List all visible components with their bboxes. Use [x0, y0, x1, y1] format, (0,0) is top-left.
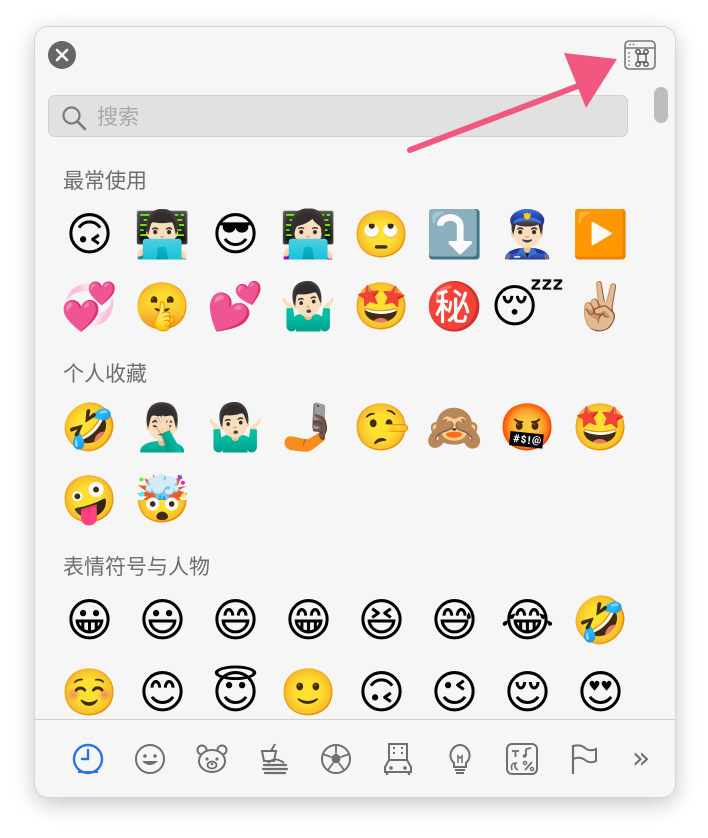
search-icon [62, 106, 87, 131]
flag-icon [571, 743, 597, 774]
emoji-cell[interactable]: 😁 [272, 584, 345, 656]
emoji-cell[interactable]: 🙈 [418, 391, 491, 463]
category-tabbar: » [35, 720, 675, 797]
emoji-cell[interactable]: 🤳🏿 [272, 391, 345, 463]
emoji-cell[interactable]: ▶️ [564, 198, 637, 270]
smiley-icon [135, 743, 165, 774]
emoji-cell[interactable]: 😊 [126, 656, 199, 719]
character-viewer-button[interactable] [624, 40, 656, 70]
emoji-cell[interactable]: 🤦🏻‍♂️ [126, 391, 199, 463]
food-icon [260, 743, 289, 774]
emoji-cell[interactable]: 👩🏻‍💻 [272, 198, 345, 270]
bear-icon [196, 744, 228, 773]
emoji-cell[interactable]: 😎 [199, 198, 272, 270]
emoji-cell[interactable]: 🙃 [53, 198, 126, 270]
close-button[interactable] [48, 41, 76, 69]
tab-flags[interactable] [553, 736, 615, 782]
emoji-cell[interactable]: 💞 [53, 270, 126, 342]
emoji-cell[interactable]: 👮🏻‍♂️ [491, 198, 564, 270]
emoji-cell[interactable]: 😌 [491, 656, 564, 719]
emoji-grid: 😀 😃 😄 😁 😆 😅 😂 🤣 ☺️ 😊 😇 🙂 🙃 😉 😌 😍 [35, 584, 675, 719]
section-title: 最常使用 [63, 169, 147, 193]
section-title: 个人收藏 [63, 362, 147, 386]
soccer-ball-icon [321, 743, 351, 774]
emoji-cell[interactable]: 😇 [199, 656, 272, 719]
emoji-cell[interactable]: ✌🏼 [564, 270, 637, 342]
emoji-cell[interactable]: 🤪 [53, 463, 126, 535]
emoji-cell[interactable]: 🤯 [126, 463, 199, 535]
emoji-cell[interactable]: 🤣 [53, 391, 126, 463]
tab-objects[interactable] [429, 736, 491, 782]
emoji-cell[interactable]: 😂 [491, 584, 564, 656]
emoji-cell[interactable]: 😄 [199, 584, 272, 656]
emoji-cell[interactable]: 😉 [418, 656, 491, 719]
tab-smileys[interactable] [119, 736, 181, 782]
emoji-cell[interactable]: 😃 [126, 584, 199, 656]
emoji-cell[interactable]: 🙂 [272, 656, 345, 719]
emoji-cell[interactable]: 🤥 [345, 391, 418, 463]
emoji-cell[interactable]: 👨🏻‍💻 [126, 198, 199, 270]
emoji-grid: 🙃 👨🏻‍💻 😎 👩🏻‍💻 🙄 ⤵️ 👮🏻‍♂️ ▶️ 💞 🤫 💕 🤷🏻‍♂️ 🤩 ㊙️ 😴 ✌🏼 [35, 198, 675, 342]
tab-animals-nature[interactable] [181, 736, 243, 782]
section-title: 表情符号与人物 [63, 555, 210, 579]
section-favorites: 个人收藏 🤣 🤦🏻‍♂️ 🤷🏻‍♂️ 🤳🏿 🤥 🙈 🤬 🤩 🤪 🤯 [35, 361, 675, 535]
more-categories-button[interactable]: » [615, 741, 667, 776]
emoji-picker-panel: 最常使用 🙃👨🏻‍💻😎👩🏻‍💻🙄⤵️👮🏻‍♂️▶️💞🤫💕🤷🏻‍♂️🤩㊙️😴✌🏼 … [34, 26, 676, 798]
emoji-cell[interactable]: 🤷🏻‍♂️ [272, 270, 345, 342]
tab-recent[interactable] [57, 736, 119, 782]
tab-symbols[interactable] [491, 736, 553, 782]
search-input[interactable] [95, 96, 619, 138]
emoji-list: 最常使用 🙃 👨🏻‍💻 😎 👩🏻‍💻 🙄 ⤵️ 👮🏻‍♂️ ▶️ 💞 🤫 💕 🤷🏻‍♂️ 🤩 ㊙️ 😴 ✌🏼 … [35, 149, 675, 719]
scrollbar-thumb[interactable] [654, 87, 668, 123]
emoji-cell[interactable]: 😴 [491, 270, 565, 342]
emoji-cell[interactable]: 🤫 [126, 270, 199, 342]
lightbulb-icon [449, 743, 471, 774]
emoji-cell[interactable]: 🙄 [345, 198, 418, 270]
emoji-cell[interactable]: 💕 [199, 270, 272, 342]
emoji-grid: 🤣 🤦🏻‍♂️ 🤷🏻‍♂️ 🤳🏿 🤥 🙈 🤬 🤩 🤪 🤯 [35, 391, 675, 535]
emoji-cell[interactable]: ㊙️ [418, 270, 491, 342]
emoji-cell[interactable]: 🤬 [491, 391, 564, 463]
symbols-icon [506, 742, 538, 775]
emoji-cell[interactable]: 🤩 [345, 270, 418, 342]
building-car-icon [384, 742, 412, 775]
emoji-cell[interactable]: 😍 [564, 656, 637, 719]
section-smileys-people: 表情符号与人物 😀 😃 😄 😁 😆 😅 😂 🤣 ☺️ 😊 😇 🙂 🙃 😉 😌 😍 [35, 554, 675, 719]
tab-food-drink[interactable] [243, 736, 305, 782]
emoji-cell[interactable]: 🤷🏻‍♂️ [199, 391, 272, 463]
emoji-cell[interactable]: 🤣 [564, 584, 637, 656]
command-window-icon [624, 40, 656, 70]
emoji-cell[interactable]: ⤵️ [418, 198, 491, 270]
tab-activity[interactable] [305, 736, 367, 782]
emoji-cell[interactable]: 😆 [345, 584, 418, 656]
recent-clock-icon [72, 743, 104, 774]
search-field[interactable] [48, 95, 628, 138]
tab-travel-places[interactable] [367, 736, 429, 782]
emoji-cell[interactable]: 🤩 [564, 391, 637, 463]
emoji-cell[interactable]: ☺️ [53, 656, 126, 719]
close-icon [55, 48, 69, 62]
section-frequently-used: 最常使用 🙃 👨🏻‍💻 😎 👩🏻‍💻 🙄 ⤵️ 👮🏻‍♂️ ▶️ 💞 🤫 💕 🤷🏻‍♂️ 🤩 ㊙️ 😴 ✌🏼 [35, 168, 675, 342]
emoji-cell[interactable]: 😅 [418, 584, 491, 656]
emoji-cell[interactable]: 😀 [53, 584, 126, 656]
emoji-cell[interactable]: 🙃 [345, 656, 418, 719]
